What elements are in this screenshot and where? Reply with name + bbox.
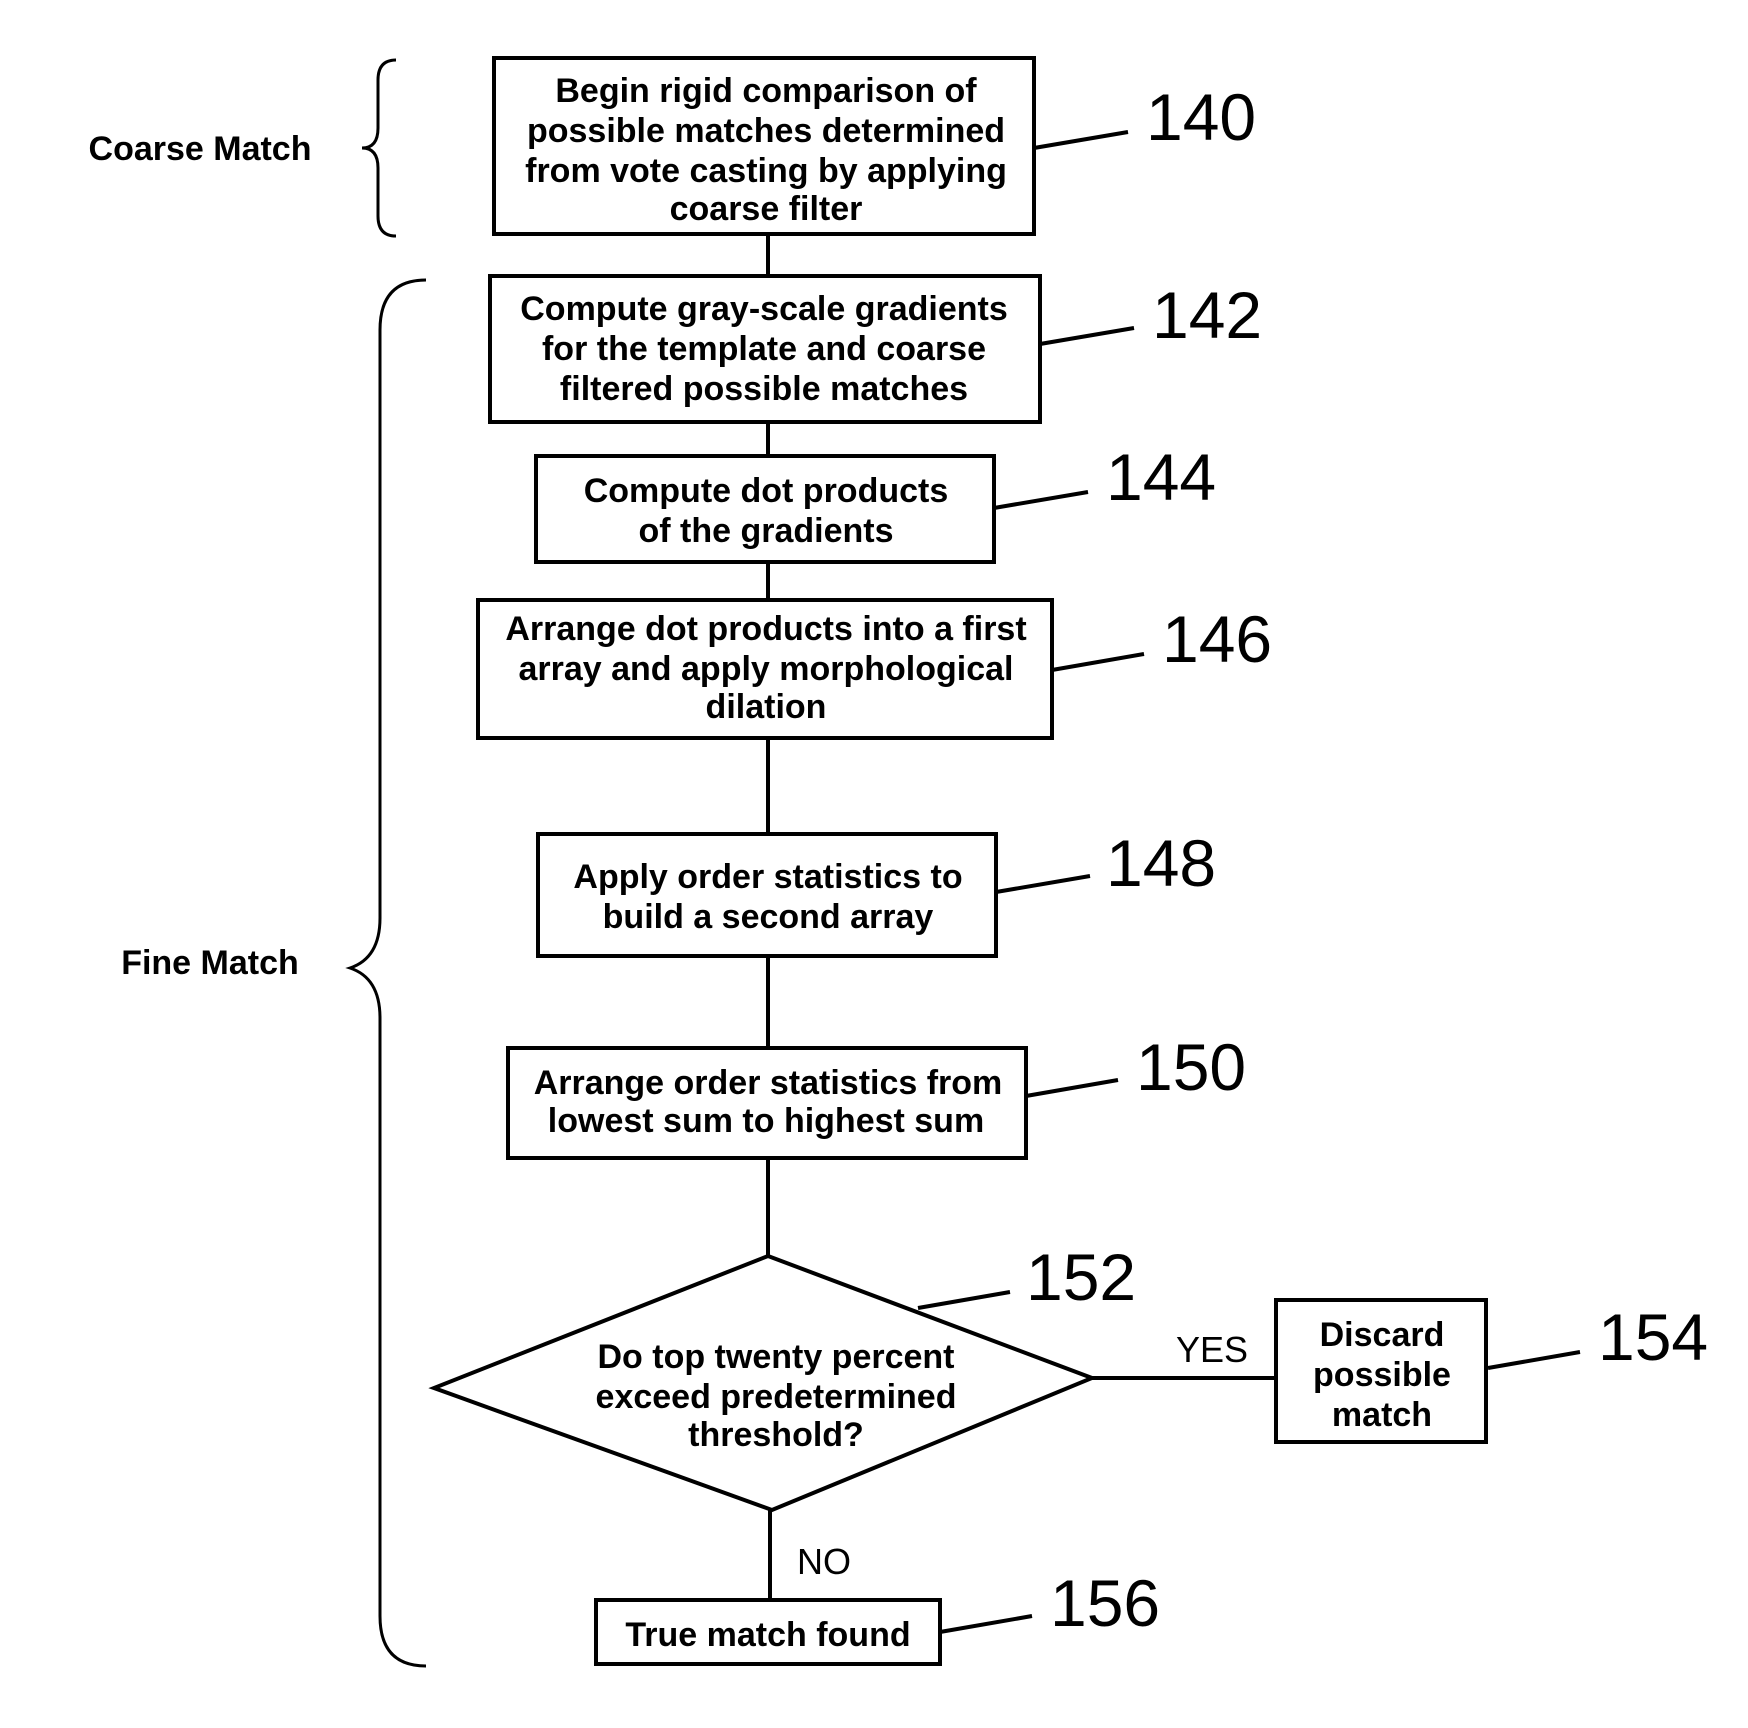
step-154-line-2: possible — [1313, 1356, 1451, 1394]
step-140-line-3: from vote casting by applying — [525, 152, 1007, 190]
leader-148 — [995, 874, 1091, 894]
step-148-line-2: build a second array — [603, 898, 934, 936]
step-146-line-2: array and apply morphological — [518, 650, 1013, 688]
ref-144: 144 — [1106, 440, 1216, 514]
step-150-line-2: lowest sum to highest sum — [548, 1102, 984, 1140]
coarse-match-brace — [361, 58, 397, 238]
step-156-line-1: True match found — [625, 1616, 910, 1654]
ref-152: 152 — [1026, 1240, 1136, 1314]
leader-144 — [993, 490, 1089, 510]
ref-146: 146 — [1162, 602, 1272, 676]
step-154-line-3: match — [1332, 1396, 1432, 1434]
decision-152-line-3: threshold? — [688, 1416, 864, 1454]
leader-146 — [1051, 652, 1145, 672]
leader-140 — [1033, 130, 1129, 150]
leader-152 — [917, 1290, 1011, 1310]
step-150-line-1: Arrange order statistics from — [534, 1064, 1003, 1102]
ref-142: 142 — [1152, 278, 1262, 352]
ref-148: 148 — [1106, 826, 1216, 900]
yes-label: YES — [1176, 1329, 1248, 1370]
ref-156: 156 — [1050, 1566, 1160, 1640]
step-146-line-3: dilation — [706, 688, 827, 726]
fine-match-brace — [345, 278, 427, 1668]
step-144-line-1: Compute dot products — [584, 472, 949, 510]
coarse-match-label: Coarse Match — [89, 130, 312, 168]
flowchart: Coarse Match Fine Match Begin rigid comp… — [89, 56, 1708, 1668]
step-146-line-1: Arrange dot products into a first — [505, 610, 1026, 648]
step-142-line-2: for the template and coarse — [542, 330, 986, 368]
step-142-line-1: Compute gray-scale gradients — [520, 290, 1007, 328]
decision-152-line-1: Do top twenty percent — [597, 1338, 954, 1376]
leader-150 — [1025, 1078, 1119, 1098]
step-144-line-2: of the gradients — [638, 512, 893, 550]
leader-154 — [1487, 1350, 1581, 1370]
ref-140: 140 — [1146, 80, 1256, 154]
no-label: NO — [797, 1541, 851, 1582]
fine-match-label: Fine Match — [121, 944, 299, 982]
ref-154: 154 — [1598, 1300, 1708, 1374]
leader-142 — [1039, 326, 1135, 346]
step-154-line-1: Discard — [1320, 1316, 1445, 1354]
decision-152-line-2: exceed predetermined — [596, 1378, 957, 1416]
step-140-line-1: Begin rigid comparison of — [555, 72, 977, 110]
step-140-line-4: coarse filter — [670, 190, 863, 228]
step-142-line-3: filtered possible matches — [560, 370, 968, 408]
step-140-line-2: possible matches determined — [527, 112, 1005, 150]
step-148-line-1: Apply order statistics to — [573, 858, 962, 896]
leader-156 — [939, 1614, 1033, 1634]
ref-150: 150 — [1136, 1030, 1246, 1104]
